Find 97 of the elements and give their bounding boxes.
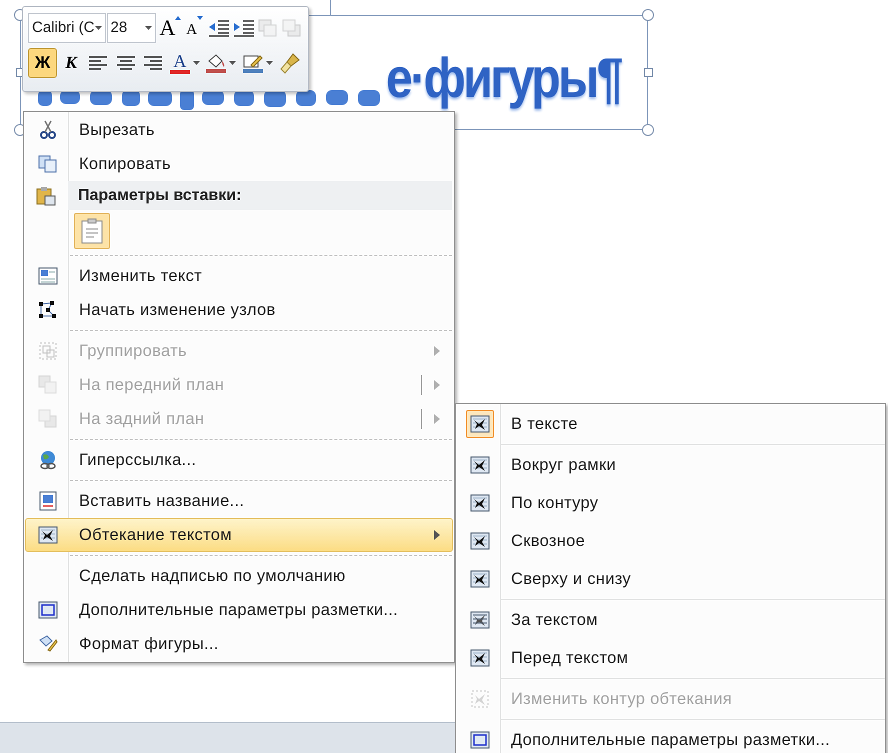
pencil-icon bbox=[242, 53, 263, 69]
menu-item-label: Вырезать bbox=[78, 120, 156, 141]
menu-item[interactable]: Начать изменение узлов bbox=[25, 293, 453, 327]
menu-item-label: Дополнительные параметры разметки... bbox=[510, 730, 832, 751]
menu-item[interactable]: Дополнительные параметры разметки... bbox=[457, 721, 884, 753]
submenu-arrow-icon bbox=[434, 414, 440, 424]
increase-indent-icon bbox=[232, 19, 255, 37]
layout-icon bbox=[38, 600, 58, 620]
menu-item[interactable]: Сделать надписью по умолчанию bbox=[25, 559, 453, 593]
menu-item-label: Перед текстом bbox=[510, 648, 630, 669]
edit-wrap-points-icon bbox=[470, 689, 490, 709]
up-arrow-icon bbox=[175, 16, 182, 20]
font-color-button[interactable]: A bbox=[167, 48, 203, 78]
menu-item-label: Сквозное bbox=[510, 530, 586, 552]
menu-item[interactable]: Вырезать bbox=[25, 113, 453, 147]
menu-item-label: Группировать bbox=[78, 340, 188, 362]
wrap-text-icon bbox=[38, 525, 58, 545]
menu-item[interactable]: Формат фигуры... bbox=[25, 627, 453, 661]
menu-item-label: Копировать bbox=[78, 154, 172, 175]
menu-item-label: Формат фигуры... bbox=[78, 634, 220, 655]
menu-item[interactable]: По контуру bbox=[457, 484, 884, 522]
paint-bucket-icon bbox=[206, 53, 226, 69]
menu-item[interactable]: Перед текстом bbox=[457, 639, 884, 677]
menu-item[interactable]: Вставить название... bbox=[25, 484, 453, 518]
copy-icon bbox=[38, 154, 58, 174]
bold-button[interactable]: Ж bbox=[28, 48, 58, 78]
menu-item-label: Вокруг рамки bbox=[510, 454, 617, 476]
menu-item[interactable]: В тексте bbox=[457, 405, 884, 443]
menu-item[interactable]: Гиперссылка... bbox=[25, 443, 453, 477]
menu-item-label: Изменить текст bbox=[78, 266, 203, 287]
dropdown-arrow-icon bbox=[266, 61, 273, 65]
wrap-front-icon bbox=[470, 648, 490, 668]
group-icon bbox=[38, 341, 58, 361]
menu-item-label: В тексте bbox=[510, 414, 579, 435]
dropdown-arrow-icon bbox=[229, 61, 236, 65]
submenu-arrow-icon bbox=[434, 346, 440, 356]
menu-item-label: Вставить название... bbox=[78, 490, 246, 512]
menu-item-label: Дополнительные параметры разметки... bbox=[78, 600, 400, 621]
resize-handle[interactable] bbox=[642, 124, 654, 136]
globe-link-icon bbox=[38, 450, 58, 470]
bring-forward-icon bbox=[258, 19, 278, 37]
format-shape-icon bbox=[38, 634, 58, 654]
align-center-icon bbox=[116, 55, 136, 71]
wordart-text: е·фигуры¶ bbox=[386, 46, 621, 110]
submenu-arrow-icon bbox=[434, 530, 440, 540]
decrease-indent-icon bbox=[208, 19, 230, 37]
clipboard-icon bbox=[81, 218, 103, 244]
align-left-icon bbox=[88, 55, 108, 71]
clipboard-icon bbox=[36, 186, 56, 206]
menu-item-label: По контуру bbox=[510, 492, 600, 514]
menu-item[interactable]: Обтекание текстом bbox=[25, 518, 453, 552]
menu-item[interactable]: За текстом bbox=[457, 601, 884, 639]
layout-icon bbox=[470, 730, 490, 750]
menu-item-label: На задний план bbox=[78, 408, 206, 430]
menu-item-label: Начать изменение узлов bbox=[78, 300, 277, 321]
submenu-arrow-icon bbox=[434, 380, 440, 390]
paste-options-heading: Параметры вставки: bbox=[78, 186, 242, 206]
menu-item[interactable]: Вокруг рамки bbox=[457, 446, 884, 484]
wrap-behind-icon bbox=[470, 610, 490, 630]
italic-button[interactable]: К bbox=[58, 48, 84, 78]
wrap-inline-icon bbox=[470, 414, 490, 434]
menu-item-label: Сверху и снизу bbox=[510, 568, 632, 590]
font-name-field[interactable]: Calibri (С bbox=[28, 13, 106, 43]
caption-icon bbox=[38, 491, 58, 511]
dropdown-arrow-icon bbox=[144, 26, 152, 30]
text-box-icon bbox=[38, 266, 58, 286]
wrap-top-bottom-icon bbox=[470, 569, 490, 589]
menu-item-label: Обтекание текстом bbox=[78, 524, 233, 546]
wrap-through-icon bbox=[470, 531, 490, 551]
menu-item[interactable]: Сверху и снизу bbox=[457, 560, 884, 598]
bring-forward-icon bbox=[38, 375, 58, 395]
grow-font-button[interactable]: A bbox=[158, 13, 182, 43]
shrink-font-button[interactable]: A bbox=[183, 13, 206, 43]
wrap-square-icon bbox=[470, 455, 490, 475]
resize-handle[interactable] bbox=[644, 68, 653, 77]
wrap-tight-icon bbox=[470, 493, 490, 513]
scissors-icon bbox=[38, 120, 58, 140]
menu-item[interactable]: Изменить текст bbox=[25, 259, 453, 293]
send-backward-icon bbox=[38, 409, 58, 429]
align-right-icon bbox=[142, 55, 163, 71]
menu-item[interactable]: Копировать bbox=[25, 147, 453, 181]
menu-item-label: За текстом bbox=[510, 610, 599, 631]
dropdown-arrow-icon bbox=[94, 26, 102, 30]
resize-handle[interactable] bbox=[642, 9, 654, 21]
menu-item-label: Изменить контур обтекания bbox=[510, 688, 733, 710]
menu-item[interactable]: Дополнительные параметры разметки... bbox=[25, 593, 453, 627]
dropdown-arrow-icon bbox=[192, 61, 200, 65]
edit-points-icon bbox=[38, 300, 58, 320]
format-painter-icon bbox=[278, 52, 301, 74]
keep-formatting-button[interactable] bbox=[74, 213, 110, 249]
menu-item-label: Гиперссылка... bbox=[78, 450, 198, 471]
font-size-field[interactable]: 28 bbox=[106, 13, 156, 43]
send-backward-icon bbox=[282, 19, 302, 37]
menu-item[interactable]: Сквозное bbox=[457, 522, 884, 560]
down-arrow-icon bbox=[197, 16, 204, 20]
menu-item-label: На передний план bbox=[78, 374, 226, 396]
menu-item-label: Сделать надписью по умолчанию bbox=[78, 566, 347, 587]
